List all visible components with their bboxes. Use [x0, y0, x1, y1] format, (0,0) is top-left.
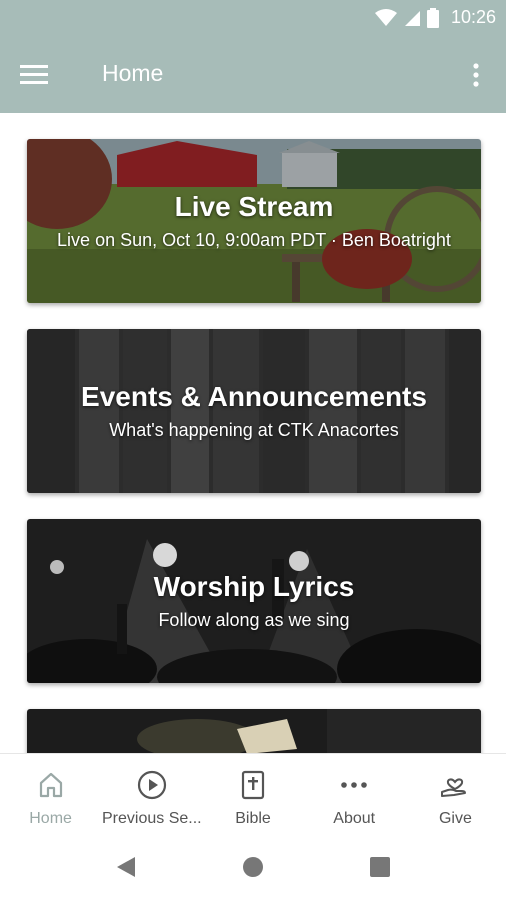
card-events-announcements[interactable]: Events & Announcements What's happening …	[27, 329, 481, 493]
card-title: Worship Lyrics	[153, 571, 355, 602]
nav-label: Home	[29, 810, 72, 827]
play-circle-icon	[137, 770, 166, 800]
card-subtitle: What's happening at CTK Anacortes	[109, 420, 399, 440]
card-live-stream[interactable]: Live Stream Live on Sun, Oct 10, 9:00am …	[27, 139, 481, 303]
menu-button[interactable]	[20, 58, 60, 90]
status-time: 10:26	[450, 7, 496, 27]
nav-label: Previous Se...	[102, 810, 202, 827]
card-title: Events & Announcements	[81, 381, 427, 412]
page-title: Home	[102, 60, 164, 86]
status-icons: 10:26	[374, 7, 496, 28]
home-content: Live Stream Live on Sun, Oct 10, 9:00am …	[0, 113, 506, 753]
home-circle-icon	[243, 857, 263, 877]
card-subtitle: Live on Sun, Oct 10, 9:00am PDT · Ben Bo…	[57, 230, 451, 250]
nav-label: Give	[438, 810, 472, 827]
home-system-button[interactable]	[239, 853, 267, 881]
recents-square-icon	[370, 857, 390, 877]
nav-item-previous-sermons[interactable]: Previous Se...	[101, 754, 202, 833]
bible-icon	[241, 770, 265, 800]
card-title: Live Stream	[174, 191, 334, 222]
card-subtitle: Follow along as we sing	[158, 610, 350, 630]
home-icon	[39, 772, 62, 798]
card-events-text: Events & Announcements What's happening …	[27, 329, 481, 493]
recents-button[interactable]	[366, 853, 394, 881]
app-bar: Home	[0, 36, 506, 113]
system-navigation-bar	[0, 833, 506, 900]
card-worship-text: Worship Lyrics Follow along as we sing	[27, 519, 481, 683]
wifi-icon	[374, 8, 397, 26]
hamburger-menu-icon	[20, 65, 48, 84]
back-button[interactable]	[112, 853, 140, 881]
card-bible-reading[interactable]	[27, 709, 481, 753]
nav-item-give[interactable]: Give	[405, 754, 506, 833]
nav-item-about[interactable]: About	[304, 754, 405, 833]
status-bar: 10:26	[0, 0, 506, 36]
bottom-navigation: Home Previous Se... Bible About Give	[0, 753, 506, 833]
nav-item-bible[interactable]: Bible	[202, 754, 303, 833]
signal-icon	[404, 10, 420, 26]
card-live-stream-text: Live Stream Live on Sun, Oct 10, 9:00am …	[27, 139, 481, 303]
nav-label: About	[333, 810, 376, 827]
card-bible-text	[27, 709, 481, 753]
heart-hand-icon	[441, 778, 467, 797]
more-horizontal-icon	[341, 782, 368, 788]
nav-label: Bible	[235, 810, 271, 827]
battery-icon	[426, 7, 439, 28]
nav-item-home[interactable]: Home	[0, 754, 101, 833]
more-vertical-icon	[473, 63, 479, 87]
back-triangle-icon	[117, 857, 135, 877]
overflow-menu-button[interactable]	[464, 58, 488, 92]
card-worship-lyrics[interactable]: Worship Lyrics Follow along as we sing	[27, 519, 481, 683]
